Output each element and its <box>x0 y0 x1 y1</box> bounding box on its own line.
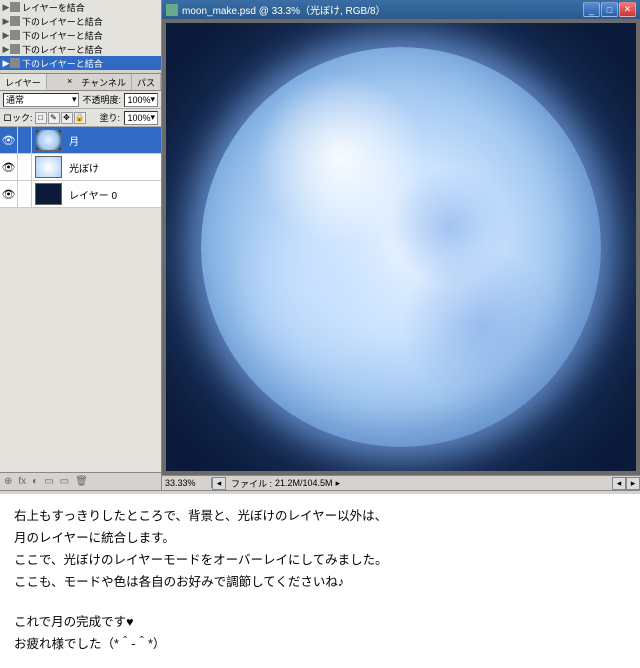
maximize-button[interactable]: □ <box>601 2 618 17</box>
document-title: moon_make.psd @ 33.3%（光ぼけ, RGB/8） <box>182 2 386 17</box>
file-info-label: ファイル : <box>231 477 272 490</box>
layer-link-cell[interactable] <box>18 154 32 181</box>
blend-mode-select[interactable]: 通常 ▾ <box>3 93 79 107</box>
merge-item[interactable]: ▶ 下のレイヤーと結合 <box>0 14 161 28</box>
chevron-right-icon: ▶ <box>2 58 10 69</box>
document-titlebar[interactable]: moon_make.psd @ 33.3%（光ぼけ, RGB/8） _ □ ✕ <box>162 0 640 19</box>
layer-name: 光ぼけ <box>65 160 99 175</box>
add-mask-icon[interactable]: ◐ <box>32 476 38 487</box>
info-menu-arrow-icon[interactable]: ▸ <box>336 478 341 489</box>
chevron-right-icon: ▶ <box>2 16 10 27</box>
lock-icons: □ ✎ ✥ 🔒 <box>35 112 86 124</box>
add-style-icon[interactable]: fx <box>18 476 26 487</box>
blend-opacity-row: 通常▾ 不透明度: 100%▾ <box>0 91 161 109</box>
window-controls: _ □ ✕ <box>583 2 636 17</box>
layer-name: 月 <box>65 133 79 148</box>
merge-menu-panel: ▶ レイヤーを結合 ▶ 下のレイヤーと結合 ▶ 下のレイヤーと結合 ▶ 下のレイヤーと結… <box>0 0 161 70</box>
chevron-right-icon: ▶ <box>2 2 10 13</box>
layer-stack-icon <box>10 30 20 40</box>
instruction-line: 月のレイヤーに統合します。 <box>14 528 626 548</box>
chevron-down-icon: ▾ <box>72 94 77 105</box>
merge-item-selected[interactable]: ▶ 下のレイヤーと結合 <box>0 56 161 70</box>
chevron-down-icon: ▾ <box>150 94 155 105</box>
layer-thumbnail <box>35 129 62 151</box>
merge-item-label: レイヤーを結合 <box>22 1 85 14</box>
instructions-text: 右上もすっきりしたところで、背景と、光ぼけのレイヤー以外は、 月のレイヤーに統合… <box>0 494 640 668</box>
merge-item-label: 下のレイヤーと結合 <box>22 43 103 56</box>
fill-value: 100% <box>127 113 150 123</box>
file-info-value: 21.2M/104.5M <box>275 478 333 488</box>
layer-item-bg[interactable]: 👁 レイヤー 0 <box>0 181 161 208</box>
close-icon[interactable]: × <box>63 74 76 90</box>
link-layers-icon[interactable]: ⊕ <box>4 476 12 487</box>
layers-panel: レイヤー × チャンネル パス 通常▾ 不透明度: 100%▾ ロック: □ ✎… <box>0 73 161 472</box>
instruction-line: これで月の完成です♥ <box>14 612 626 632</box>
opacity-label: 不透明度: <box>82 93 121 106</box>
merge-item-label: 下のレイヤーと結合 <box>22 15 103 28</box>
layer-item-moon[interactable]: 👁 月 <box>0 127 161 154</box>
moon-artwork <box>201 47 601 447</box>
opacity-input[interactable]: 100%▾ <box>124 93 158 107</box>
merge-item-label: 下のレイヤーと結合 <box>22 29 103 42</box>
minimize-button[interactable]: _ <box>583 2 600 17</box>
lock-label: ロック: <box>3 111 33 124</box>
tab-channels[interactable]: チャンネル <box>76 74 132 90</box>
lock-pixels-icon[interactable]: ✎ <box>48 112 60 124</box>
layer-link-cell[interactable] <box>18 127 32 154</box>
layer-link-cell[interactable] <box>18 181 32 208</box>
workspace: ▶ レイヤーを結合 ▶ 下のレイヤーと結合 ▶ 下のレイヤーと結合 ▶ 下のレイヤーと結… <box>0 0 640 490</box>
visibility-eye-icon[interactable]: 👁 <box>0 181 18 208</box>
canvas <box>166 23 636 471</box>
layer-stack-icon <box>10 58 20 68</box>
merge-item-label: 下のレイヤーと結合 <box>22 57 103 70</box>
lock-all-icon[interactable]: 🔒 <box>74 112 86 124</box>
visibility-eye-icon[interactable]: 👁 <box>0 154 18 181</box>
chevron-right-icon: ▶ <box>2 30 10 41</box>
layers-panel-footer: ⊕ fx ◐ ▭ ▭ 🗑 <box>0 472 161 490</box>
merge-item[interactable]: ▶ 下のレイヤーと結合 <box>0 42 161 56</box>
zoom-input[interactable]: 33.33% <box>162 478 212 488</box>
chevron-right-icon: ▶ <box>2 44 10 55</box>
layer-item-glow[interactable]: 👁 光ぼけ <box>0 154 161 181</box>
visibility-eye-icon[interactable]: 👁 <box>0 127 18 154</box>
fill-input[interactable]: 100%▾ <box>124 111 158 125</box>
panel-tabs: レイヤー × チャンネル パス <box>0 74 161 91</box>
instruction-line: ここも、モードや色は各自のお好みで調節してくださいね♪ <box>14 572 626 592</box>
scroll-right-button[interactable]: ▸ <box>626 477 640 490</box>
layers-list: 👁 月 👁 光ぼけ 👁 レイヤー 0 <box>0 127 161 208</box>
lock-position-icon[interactable]: ✥ <box>61 112 73 124</box>
file-info: ファイル : 21.2M/104.5M ▸ <box>226 477 612 490</box>
layer-name: レイヤー 0 <box>65 187 117 202</box>
scroll-left-button[interactable]: ◂ <box>212 477 226 490</box>
layer-stack-icon <box>10 16 20 26</box>
layer-stack-icon <box>10 2 20 12</box>
opacity-value: 100% <box>127 95 150 105</box>
layer-thumbnail <box>35 156 62 178</box>
instruction-line: ここで、光ぼけのレイヤーモードをオーバーレイにしてみました。 <box>14 550 626 570</box>
document-icon <box>166 4 178 16</box>
left-panels: ▶ レイヤーを結合 ▶ 下のレイヤーと結合 ▶ 下のレイヤーと結合 ▶ 下のレイヤーと結… <box>0 0 162 490</box>
scroll-left-button[interactable]: ◂ <box>612 477 626 490</box>
new-group-icon[interactable]: ▭ <box>44 476 53 487</box>
layer-thumbnail <box>35 183 62 205</box>
status-scrollbar: 33.33% ◂ ファイル : 21.2M/104.5M ▸ ◂ ▸ <box>162 475 640 490</box>
lock-fill-row: ロック: □ ✎ ✥ 🔒 塗り: 100%▾ <box>0 109 161 127</box>
tab-paths[interactable]: パス <box>132 74 161 90</box>
new-layer-icon[interactable]: ▭ <box>60 476 69 487</box>
blend-mode-value: 通常 <box>6 93 24 106</box>
canvas-viewport[interactable] <box>162 19 640 475</box>
close-button[interactable]: ✕ <box>619 2 636 17</box>
merge-item[interactable]: ▶ レイヤーを結合 <box>0 0 161 14</box>
fill-label: 塗り: <box>99 111 120 124</box>
lock-transparency-icon[interactable]: □ <box>35 112 47 124</box>
tab-layers[interactable]: レイヤー <box>0 74 47 90</box>
merge-item[interactable]: ▶ 下のレイヤーと結合 <box>0 28 161 42</box>
document-window: moon_make.psd @ 33.3%（光ぼけ, RGB/8） _ □ ✕ … <box>162 0 640 490</box>
delete-layer-icon[interactable]: 🗑 <box>75 476 88 487</box>
instruction-line: 右上もすっきりしたところで、背景と、光ぼけのレイヤー以外は、 <box>14 506 626 526</box>
chevron-down-icon: ▾ <box>150 112 155 123</box>
instruction-line: お疲れ様でした（*＾-＾*） <box>14 634 626 654</box>
layer-stack-icon <box>10 44 20 54</box>
